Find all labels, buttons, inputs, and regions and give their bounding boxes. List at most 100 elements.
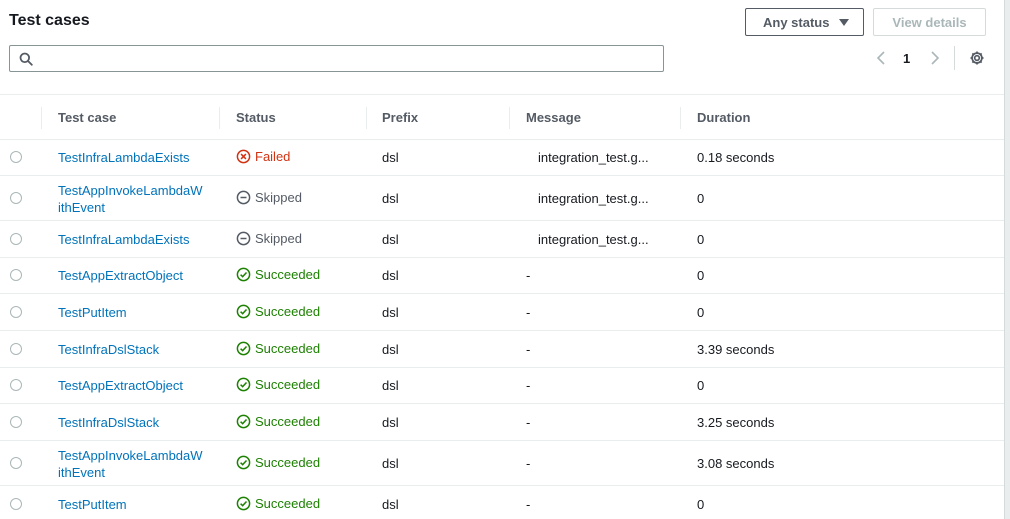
prefix-cell: dsl <box>382 191 399 206</box>
status-text: Succeeded <box>255 496 321 511</box>
status-text: Skipped <box>255 231 302 246</box>
table-header: Test case Status Prefix Message Duration <box>0 94 1004 140</box>
message-cell: - <box>526 415 531 430</box>
row-select-radio[interactable] <box>10 457 22 469</box>
row-select-radio[interactable] <box>10 151 22 163</box>
test-case-link[interactable]: TestAppExtractObject <box>58 267 208 284</box>
test-case-link[interactable]: TestInfraDslStack <box>58 341 208 358</box>
test-cases-table: Test case Status Prefix Message Duration… <box>0 94 1004 519</box>
status-text: Failed <box>255 149 291 164</box>
row-select-radio[interactable] <box>10 233 22 245</box>
success-check-icon <box>236 414 251 429</box>
chevron-right-icon <box>931 51 940 65</box>
table-row[interactable]: TestAppExtractObject Succeeded dsl - 0 <box>0 258 1004 294</box>
row-select-radio[interactable] <box>10 306 22 318</box>
column-header-prefix[interactable]: Prefix <box>382 110 418 125</box>
chevron-left-icon <box>876 51 885 65</box>
test-case-link-line[interactable]: ithEvent <box>58 199 208 216</box>
test-case-link[interactable]: TestAppInvokeLambdaW ithEvent <box>58 447 208 481</box>
skipped-minus-icon <box>236 231 251 246</box>
prefix-cell: dsl <box>382 497 399 512</box>
column-header-test-case[interactable]: Test case <box>58 110 116 125</box>
test-case-link[interactable]: TestPutItem <box>58 496 208 513</box>
gear-icon <box>970 51 984 65</box>
settings-button[interactable] <box>969 50 985 71</box>
search-icon <box>19 52 33 66</box>
column-separator <box>366 107 367 129</box>
test-case-link-line[interactable]: ithEvent <box>58 464 208 481</box>
table-row[interactable]: TestInfraDslStack Succeeded dsl - 3.25 secon… <box>0 404 1004 441</box>
status-badge: Succeeded <box>236 496 320 511</box>
message-cell: - <box>526 456 531 471</box>
table-body: TestInfraLambdaExists Failed dsl integratio… <box>0 140 1004 519</box>
status-text: Succeeded <box>255 455 321 470</box>
caret-down-icon <box>839 18 850 26</box>
test-cases-panel: Test cases Any status View details 1 Tes… <box>0 0 1004 519</box>
column-header-status[interactable]: Status <box>236 110 276 125</box>
column-header-message[interactable]: Message <box>526 110 581 125</box>
column-separator <box>41 107 42 129</box>
status-badge: Succeeded <box>236 455 320 470</box>
prefix-cell: dsl <box>382 342 399 357</box>
table-row[interactable]: TestAppInvokeLambdaW ithEvent Succeeded dsl… <box>0 441 1004 486</box>
row-select-radio[interactable] <box>10 269 22 281</box>
table-row[interactable]: TestPutItem Succeeded dsl - 0 <box>0 294 1004 331</box>
status-filter-dropdown[interactable]: Any status <box>745 8 864 36</box>
test-case-link-line[interactable]: TestAppInvokeLambdaW <box>58 447 208 464</box>
table-row[interactable]: TestAppInvokeLambdaW ithEvent Skipped dsl in… <box>0 176 1004 221</box>
next-page-button[interactable] <box>930 48 940 68</box>
column-separator <box>680 107 681 129</box>
duration-cell: 3.39 seconds <box>697 342 775 357</box>
status-badge: Failed <box>236 149 290 164</box>
status-text: Succeeded <box>255 341 321 356</box>
test-case-link[interactable]: TestInfraLambdaExists <box>58 231 208 248</box>
test-case-link-line[interactable]: TestAppInvokeLambdaW <box>58 182 208 199</box>
status-badge: Skipped <box>236 190 302 205</box>
row-select-radio[interactable] <box>10 343 22 355</box>
message-cell: - <box>526 342 531 357</box>
prefix-cell: dsl <box>382 305 399 320</box>
previous-page-button[interactable] <box>876 48 886 68</box>
table-row[interactable]: TestInfraDslStack Succeeded dsl - 3.39 secon… <box>0 331 1004 368</box>
success-check-icon <box>236 267 251 282</box>
message-cell: - <box>526 497 531 512</box>
test-case-link[interactable]: TestAppInvokeLambdaW ithEvent <box>58 182 208 216</box>
table-row[interactable]: TestPutItem Succeeded dsl - 0 <box>0 486 1004 519</box>
duration-cell: 0 <box>697 232 705 247</box>
status-text: Skipped <box>255 190 302 205</box>
success-check-icon <box>236 455 251 470</box>
pager-divider <box>954 46 955 70</box>
view-details-button[interactable]: View details <box>873 8 986 36</box>
row-select-radio[interactable] <box>10 192 22 204</box>
table-row[interactable]: TestAppExtractObject Succeeded dsl - 0 <box>0 368 1004 404</box>
duration-cell: 0 <box>697 305 705 320</box>
duration-cell: 0 <box>697 378 705 393</box>
skipped-minus-icon <box>236 190 251 205</box>
test-case-link[interactable]: TestPutItem <box>58 304 208 321</box>
status-filter-label: Any status <box>763 14 830 30</box>
status-badge: Skipped <box>236 231 302 246</box>
column-header-duration[interactable]: Duration <box>697 110 750 125</box>
test-case-link[interactable]: TestInfraDslStack <box>58 414 208 431</box>
current-page-number[interactable]: 1 <box>903 51 910 66</box>
row-select-radio[interactable] <box>10 498 22 510</box>
page-title: Test cases <box>9 12 90 29</box>
table-row[interactable]: TestInfraLambdaExists Skipped dsl integrati… <box>0 221 1004 258</box>
prefix-cell: dsl <box>382 378 399 393</box>
page-scrollbar[interactable] <box>1004 0 1010 519</box>
message-cell: - <box>526 268 531 283</box>
prefix-cell: dsl <box>382 150 399 165</box>
test-case-link[interactable]: TestInfraLambdaExists <box>58 149 208 166</box>
search-input[interactable] <box>9 45 664 72</box>
success-check-icon <box>236 377 251 392</box>
message-cell: - <box>526 305 531 320</box>
row-select-radio[interactable] <box>10 416 22 428</box>
test-case-link[interactable]: TestAppExtractObject <box>58 377 208 394</box>
row-select-radio[interactable] <box>10 379 22 391</box>
column-separator <box>219 107 220 129</box>
table-row[interactable]: TestInfraLambdaExists Failed dsl integratio… <box>0 140 1004 176</box>
message-cell: integration_test.g... <box>538 232 649 247</box>
status-badge: Succeeded <box>236 377 320 392</box>
status-text: Succeeded <box>255 304 321 319</box>
failed-x-icon <box>236 149 251 164</box>
